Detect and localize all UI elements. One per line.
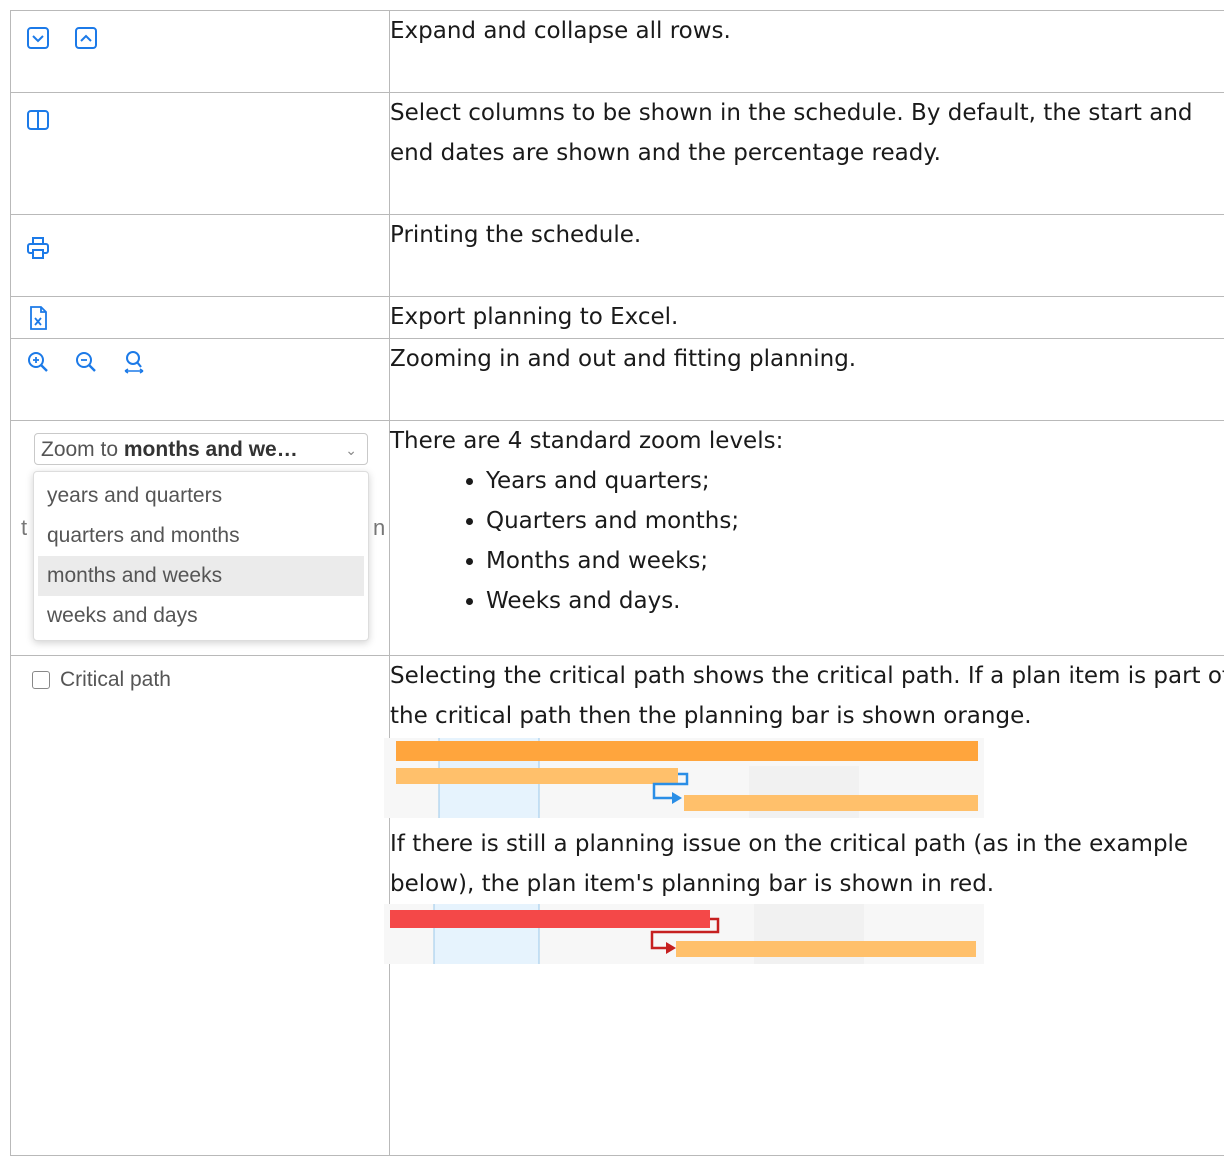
- zoom-option-highlighted[interactable]: months and weeks: [38, 556, 364, 596]
- row-description: Expand and collapse all rows.: [390, 11, 1224, 93]
- table-row: Critical path Selecting the critical pat…: [11, 656, 1224, 1156]
- collapse-all-icon[interactable]: [73, 25, 99, 51]
- zoom-option[interactable]: quarters and months: [38, 516, 364, 556]
- zoom-option[interactable]: weeks and days: [38, 596, 364, 636]
- zoom-option[interactable]: years and quarters: [38, 476, 364, 516]
- zoom-fit-icon[interactable]: [121, 349, 147, 375]
- list-item: Weeks and days.: [486, 581, 1224, 621]
- row-description: Zooming in and out and fitting planning.: [390, 339, 1224, 421]
- excel-export-icon[interactable]: [25, 305, 51, 331]
- planning-issue-description: If there is still a planning issue on th…: [390, 824, 1224, 904]
- row-description: Select columns to be shown in the schedu…: [390, 93, 1224, 215]
- toolbar-explanation-table: Expand and collapse all rows. Select col…: [10, 10, 1224, 1156]
- critical-path-description: Selecting the critical path shows the cr…: [390, 656, 1224, 736]
- critical-path-checkbox[interactable]: [32, 671, 50, 689]
- table-row: Export planning to Excel.: [11, 297, 1224, 339]
- planning-bar: [684, 795, 978, 811]
- columns-icon[interactable]: [25, 107, 51, 133]
- zoom-levels-list: Years and quarters; Quarters and months;…: [390, 461, 1224, 621]
- row-description: Export planning to Excel.: [390, 297, 1224, 339]
- expand-all-icon[interactable]: [25, 25, 51, 51]
- list-item: Months and weeks;: [486, 541, 1224, 581]
- table-row: Expand and collapse all rows.: [11, 11, 1224, 93]
- row-description: Printing the schedule.: [390, 215, 1224, 297]
- planning-bar: [396, 768, 678, 784]
- table-row: Printing the schedule.: [11, 215, 1224, 297]
- critical-path-label: Critical path: [60, 668, 171, 692]
- table-row: Zooming in and out and fitting planning.: [11, 339, 1224, 421]
- print-icon[interactable]: [25, 235, 51, 261]
- critical-summary-bar: [396, 741, 978, 761]
- planning-bar: [676, 941, 976, 957]
- zoom-levels-intro: There are 4 standard zoom levels:: [390, 421, 1224, 461]
- issue-planning-bar: [390, 910, 710, 928]
- critical-path-checkbox-row[interactable]: Critical path: [11, 656, 389, 692]
- zoom-level-select[interactable]: Zoom to months and we… ⌄: [34, 433, 368, 465]
- chevron-down-icon: ⌄: [345, 434, 357, 466]
- previous-page-heading-fragment: [0, 0, 1224, 10]
- table-row: t n Zoom to months and we… ⌄ years and q…: [11, 421, 1224, 656]
- table-row: Select columns to be shown in the schedu…: [11, 93, 1224, 215]
- list-item: Quarters and months;: [486, 501, 1224, 541]
- zoom-out-icon[interactable]: [73, 349, 99, 375]
- background-column-fragment: n: [373, 515, 385, 541]
- zoom-level-menu: years and quarters quarters and months m…: [33, 471, 369, 641]
- planning-issue-gantt-example: [384, 904, 984, 964]
- background-column-fragment: t: [21, 515, 27, 541]
- zoom-selected-value: months and we…: [124, 438, 298, 461]
- list-item: Years and quarters;: [486, 461, 1224, 501]
- zoom-in-icon[interactable]: [25, 349, 51, 375]
- critical-path-gantt-example: [384, 738, 984, 818]
